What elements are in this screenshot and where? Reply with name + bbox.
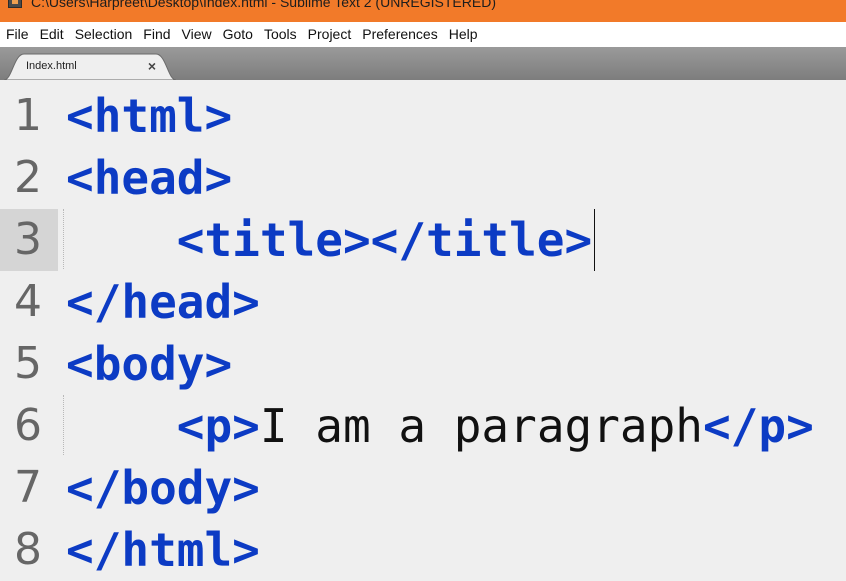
line-number: 3 [14, 214, 42, 265]
menu-find[interactable]: Find [137, 22, 175, 47]
title-bar: C:\Users\Harpreet\Desktop\Index.html - S… [0, 0, 846, 22]
code-content: <p>I am a paragraph</p> [66, 395, 814, 457]
menu-help[interactable]: Help [443, 22, 483, 47]
indent-guide [63, 395, 64, 455]
line-number: 1 [14, 90, 42, 141]
line-number: 8 [14, 524, 42, 575]
code-content: </html> [66, 519, 260, 581]
menu-preferences[interactable]: Preferences [356, 22, 442, 47]
sublime-window: C:\Users\Harpreet\Desktop\Index.html - S… [0, 0, 846, 581]
html-tag-token: <head> [66, 151, 233, 205]
html-tag-token: </html> [66, 523, 260, 577]
line-number: 7 [14, 462, 42, 513]
line-number: 2 [14, 152, 42, 203]
code-content: <html> [66, 85, 232, 147]
line-number: 6 [14, 400, 42, 451]
menu-view[interactable]: View [176, 22, 217, 47]
menu-tools[interactable]: Tools [258, 22, 302, 47]
sublime-text-icon [8, 0, 22, 8]
code-content: </head> [66, 271, 260, 333]
html-tag-token: <body> [66, 337, 233, 391]
code-line-7[interactable]: 7 </body> [0, 457, 846, 519]
indent-guide [63, 209, 64, 269]
code-content: <head> [66, 147, 232, 209]
code-line-1[interactable]: 1 <html> [0, 85, 846, 147]
menu-goto[interactable]: Goto [217, 22, 258, 47]
code-content: </body> [66, 457, 260, 519]
html-tag-token: <html> [66, 89, 233, 143]
code-line-4[interactable]: 4 </head> [0, 271, 846, 333]
text-token: I am a paragraph [259, 399, 703, 453]
menu-file[interactable]: File [0, 22, 34, 47]
menu-edit[interactable]: Edit [34, 22, 69, 47]
code-line-5[interactable]: 5 <body> [0, 333, 846, 395]
code-line-6[interactable]: 6 <p>I am a paragraph</p> [0, 395, 846, 457]
menu-bar: File Edit Selection Find View Goto Tools… [0, 22, 846, 47]
html-tag-token: <title></title> [176, 213, 593, 267]
html-tag-token: </head> [66, 275, 260, 329]
menu-selection[interactable]: Selection [69, 22, 138, 47]
html-tag-token: </body> [66, 461, 260, 515]
code-line-2[interactable]: 2 <head> [0, 147, 846, 209]
html-tag-token: </p> [702, 399, 814, 453]
tab-index-html[interactable]: Index.html × [4, 53, 176, 80]
menu-project[interactable]: Project [302, 22, 357, 47]
line-number: 4 [14, 276, 42, 327]
html-tag-token: <p> [176, 399, 260, 453]
code-line-8[interactable]: 8 </html> [0, 519, 846, 581]
line-number: 5 [14, 338, 42, 389]
code-content: <body> [66, 333, 232, 395]
tab-label: Index.html [26, 60, 77, 72]
close-icon[interactable]: × [146, 58, 158, 74]
window-title: C:\Users\Harpreet\Desktop\Index.html - S… [31, 0, 496, 10]
code-line-3[interactable]: 3 <title></title> [0, 209, 846, 271]
code-content: <title></title> [66, 209, 592, 271]
code-editor[interactable]: 1 <html> 2 <head> 3 <title></title> 4 </head> 5… [0, 80, 846, 581]
text-cursor [594, 209, 596, 271]
tab-bar: Index.html × [0, 47, 846, 80]
